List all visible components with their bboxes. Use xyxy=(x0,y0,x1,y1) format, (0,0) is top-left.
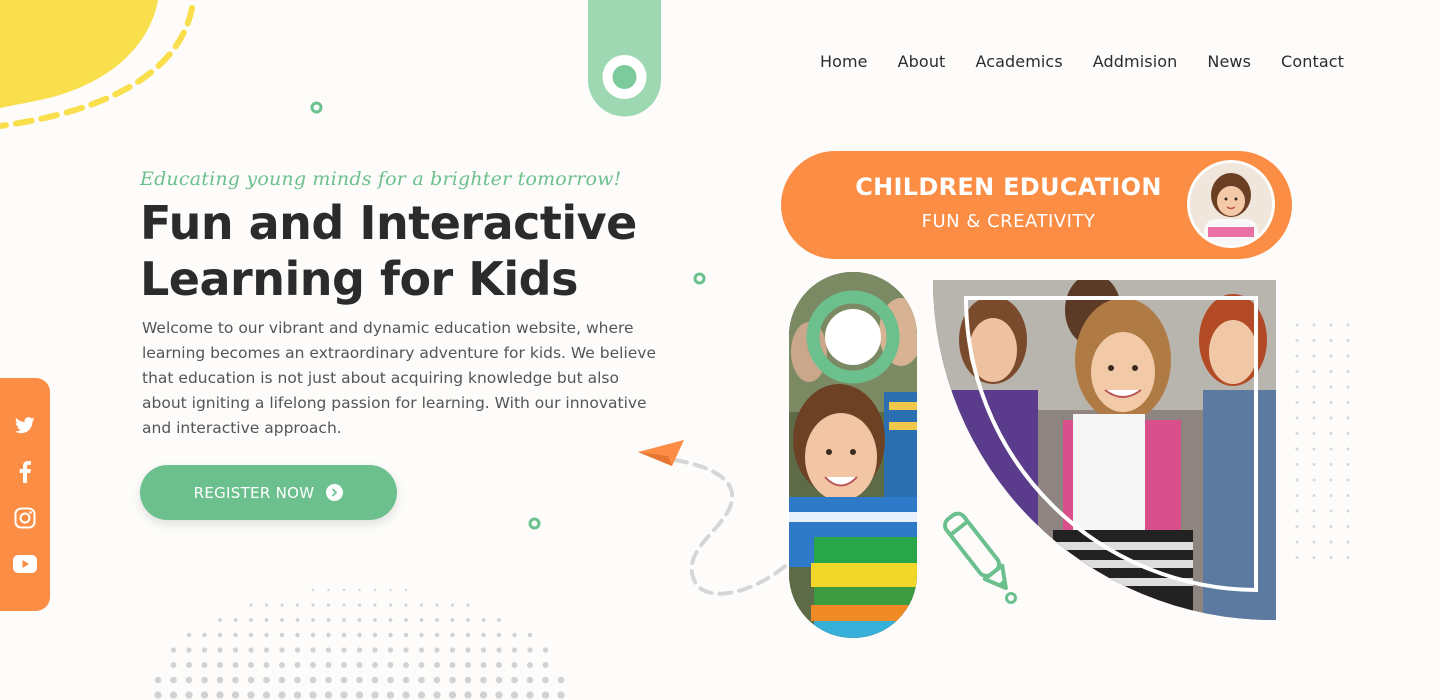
ring-decoration xyxy=(528,517,541,530)
nav-news[interactable]: News xyxy=(1207,52,1251,71)
pencil-decoration xyxy=(943,511,1017,604)
nav-academics[interactable]: Academics xyxy=(975,52,1062,71)
nav-home[interactable]: Home xyxy=(820,52,868,71)
yellow-blob-decoration xyxy=(0,0,195,129)
banner-title: CHILDREN EDUCATION xyxy=(855,173,1162,201)
child-avatar xyxy=(1187,160,1275,248)
social-sidebar xyxy=(0,378,50,611)
nav-about[interactable]: About xyxy=(898,52,946,71)
hero-title-line2: Learning for Kids xyxy=(140,252,578,306)
nav-contact[interactable]: Contact xyxy=(1281,52,1344,71)
twitter-icon[interactable] xyxy=(12,413,38,439)
nav-admission[interactable]: Addmision xyxy=(1093,52,1178,71)
facebook-icon[interactable] xyxy=(12,459,38,485)
ring-decoration xyxy=(310,101,323,114)
dot-grid-decoration xyxy=(1295,323,1350,559)
register-now-button[interactable]: REGISTER NOW xyxy=(140,465,397,520)
hero-description: Welcome to our vibrant and dynamic educa… xyxy=(142,319,657,437)
hero-tagline: Educating young minds for a brighter tom… xyxy=(140,168,622,190)
main-nav: Home About Academics Addmision News Cont… xyxy=(820,52,1344,71)
boy-with-books-photo xyxy=(789,272,917,638)
paper-plane-decoration xyxy=(638,440,792,596)
instagram-icon[interactable] xyxy=(12,505,38,531)
dot-grid-decoration xyxy=(154,588,565,699)
hero-title-line1: Fun and Interactive xyxy=(140,196,637,250)
register-now-label: REGISTER NOW xyxy=(193,483,315,502)
hero-title: Fun and Interactive Learning for Kids xyxy=(140,195,700,307)
green-tab-decoration xyxy=(588,0,661,117)
youtube-icon[interactable] xyxy=(12,551,38,577)
banner-subtitle: FUN & CREATIVITY xyxy=(921,211,1096,232)
chevron-right-icon xyxy=(326,484,344,501)
